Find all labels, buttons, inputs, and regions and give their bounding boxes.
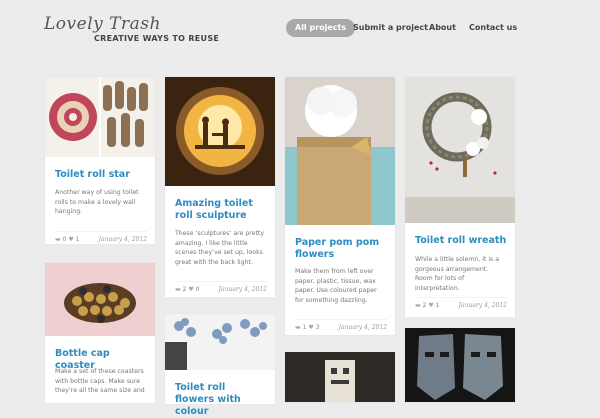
post-excerpt: These ‘sculptures’ are pretty amazing. I… xyxy=(175,230,265,266)
post-title[interactable]: Amazing toilet roll sculpture xyxy=(175,198,267,222)
post-title[interactable]: Paper pom pom flowers xyxy=(295,237,387,261)
comment-count: 1 xyxy=(302,324,307,331)
post-meta: ▬ 2 ♥ 1 January 4, 2012 xyxy=(415,297,507,312)
post-date: January 4, 2012 xyxy=(338,324,387,331)
post-date: January 4, 2012 xyxy=(458,302,507,309)
site-logo[interactable]: Lovely Trash xyxy=(44,14,161,34)
like-count: 0 xyxy=(195,286,200,293)
comment-count: 2 xyxy=(422,302,427,309)
heart-icon[interactable]: ♥ xyxy=(428,302,433,309)
post-title[interactable]: Toilet roll star xyxy=(55,169,147,181)
post-image[interactable] xyxy=(405,328,515,402)
post-excerpt: Make them from left over paper, plastic,… xyxy=(295,268,377,304)
post-image[interactable] xyxy=(405,77,515,223)
post-card[interactable]: Toilet roll flowers with colour xyxy=(165,314,275,417)
post-card[interactable]: Paper pom pom flowers Make them from lef… xyxy=(285,77,395,335)
comment-icon[interactable]: ▬ xyxy=(55,236,61,243)
post-image[interactable] xyxy=(165,314,275,370)
post-card[interactable] xyxy=(405,328,515,402)
comment-icon[interactable]: ▬ xyxy=(415,302,421,309)
post-image[interactable] xyxy=(165,77,275,186)
post-date: January 4, 2012 xyxy=(98,236,147,243)
comment-count: 0 xyxy=(62,236,67,243)
nav-about[interactable]: About xyxy=(429,19,456,37)
post-title[interactable]: Toilet roll flowers with colour xyxy=(175,382,267,418)
post-card[interactable] xyxy=(285,352,395,402)
heart-icon[interactable]: ♥ xyxy=(308,324,313,331)
site-tagline: CREATIVE WAYS TO REUSE xyxy=(94,34,220,43)
like-count: 1 xyxy=(75,236,80,243)
like-count: 1 xyxy=(435,302,440,309)
post-card[interactable]: Amazing toilet roll sculpture These ‘scu… xyxy=(165,77,275,297)
nav-submit-project[interactable]: Submit a project xyxy=(353,19,428,37)
nav-contact-us[interactable]: Contact us xyxy=(469,19,517,37)
post-excerpt: Another way of using toilet rolls to mak… xyxy=(55,189,139,215)
post-card[interactable]: Bottle cap coaster Make a set of these c… xyxy=(45,263,155,403)
comment-icon[interactable]: ▬ xyxy=(175,286,181,293)
comment-icon[interactable]: ▬ xyxy=(295,324,301,331)
post-title[interactable]: Toilet roll wreath xyxy=(415,235,507,247)
post-image[interactable] xyxy=(45,77,155,157)
post-excerpt: Make a set of these coasters with bottle… xyxy=(55,368,145,394)
site-header: Lovely Trash CREATIVE WAYS TO REUSE All … xyxy=(0,0,600,60)
post-card[interactable]: Toilet roll star Another way of using to… xyxy=(45,77,155,244)
post-date: January 4, 2012 xyxy=(218,286,267,293)
heart-icon[interactable]: ♥ xyxy=(188,286,193,293)
post-image[interactable] xyxy=(45,263,155,336)
post-excerpt: While a little solemn, it is a gorgeous … xyxy=(415,256,500,292)
comment-count: 2 xyxy=(182,286,187,293)
post-meta: ▬ 2 ♥ 0 January 4, 2012 xyxy=(175,281,267,296)
post-image[interactable] xyxy=(285,77,395,225)
post-card[interactable]: Toilet roll wreath While a little solemn… xyxy=(405,77,515,317)
post-image[interactable] xyxy=(285,352,395,402)
post-meta: ▬ 0 ♥ 1 January 4, 2012 xyxy=(55,231,147,246)
post-meta: ▬ 1 ♥ 3 January 4, 2012 xyxy=(295,319,387,334)
nav-all-projects[interactable]: All projects xyxy=(286,19,356,37)
heart-icon[interactable]: ♥ xyxy=(68,236,73,243)
like-count: 3 xyxy=(315,324,320,331)
